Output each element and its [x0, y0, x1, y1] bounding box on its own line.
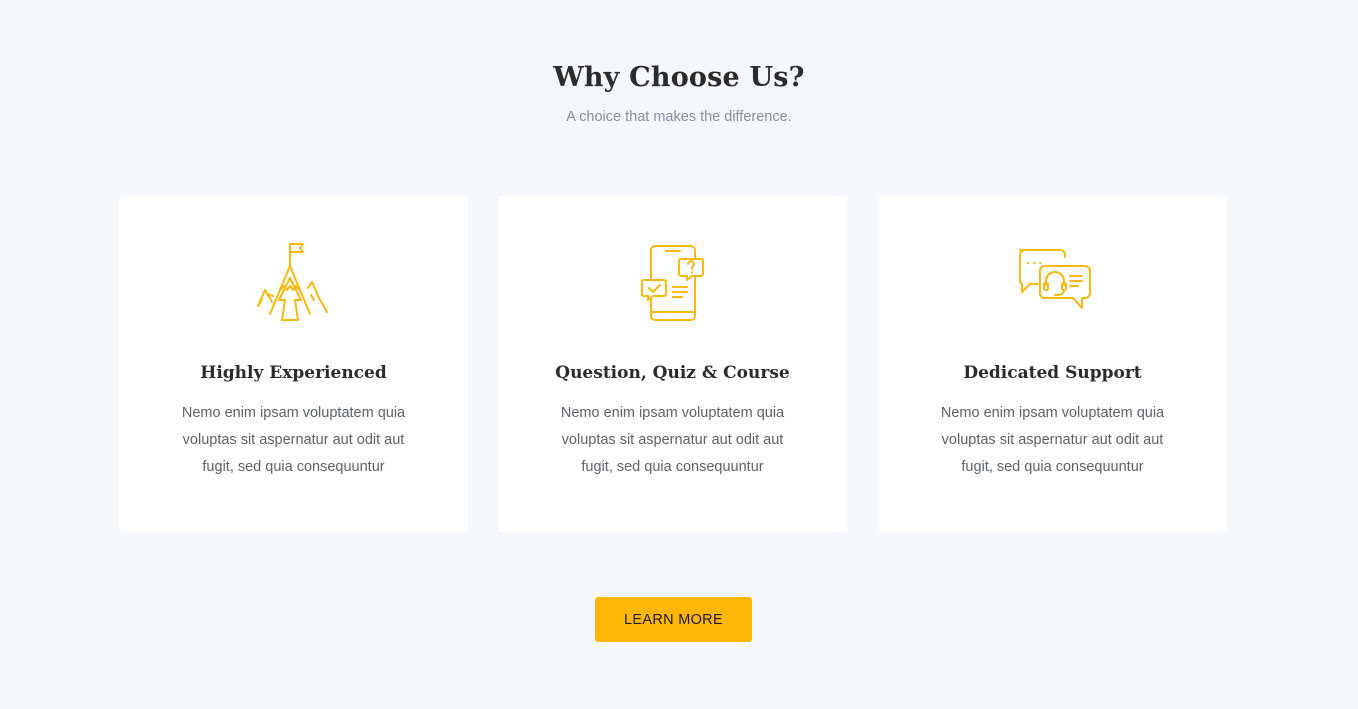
section-title: Why Choose Us?: [553, 62, 805, 93]
support-chat-icon: [1012, 242, 1094, 324]
feature-card-dedicated-support: Dedicated Support Nemo enim ipsam volupt…: [878, 196, 1227, 532]
feature-card-highly-experienced: Highly Experienced Nemo enim ipsam volup…: [119, 196, 468, 532]
card-text: Nemo enim ipsam voluptatem quia voluptas…: [940, 405, 1165, 475]
feature-card-question-quiz-course: Question, Quiz & Course Nemo enim ipsam …: [498, 196, 847, 532]
mountain-flag-icon: [253, 242, 335, 324]
section-subtitle: A choice that makes the difference.: [566, 109, 792, 125]
learn-more-button[interactable]: LEARN MORE: [595, 597, 752, 642]
card-title: Dedicated Support: [963, 363, 1142, 383]
card-title: Question, Quiz & Course: [555, 363, 790, 383]
phone-quiz-icon: [632, 242, 714, 324]
card-text: Nemo enim ipsam voluptatem quia voluptas…: [560, 405, 785, 475]
feature-cards: Highly Experienced Nemo enim ipsam volup…: [119, 196, 1229, 532]
card-title: Highly Experienced: [200, 363, 387, 383]
card-text: Nemo enim ipsam voluptatem quia voluptas…: [181, 405, 406, 475]
